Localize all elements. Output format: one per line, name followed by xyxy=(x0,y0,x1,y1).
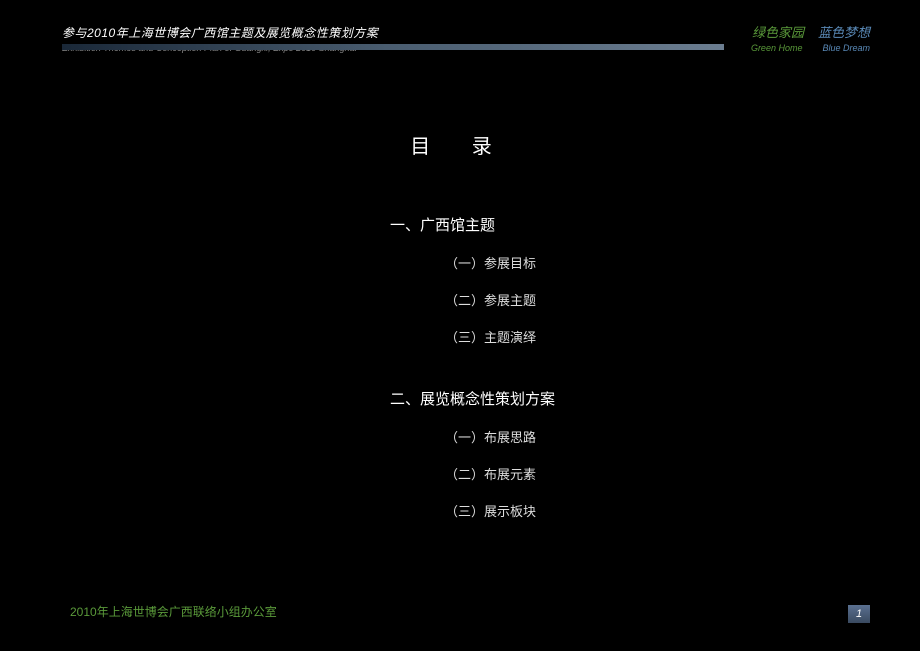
section-heading: 二、展览概念性策划方案 xyxy=(390,388,920,409)
toc-item: （二）参展主题 xyxy=(445,290,920,309)
toc-content: 目 录 一、广西馆主题 （一）参展目标 （二）参展主题 （三）主题演绎 二、展览… xyxy=(0,130,920,562)
toc-section-2: 二、展览概念性策划方案 （一）布展思路 （二）布展元素 （三）展示板块 xyxy=(390,388,920,520)
slogan-blue-en: Blue Dream xyxy=(822,43,870,53)
toc-item: （一）参展目标 xyxy=(445,253,920,272)
toc-item: （三）主题演绎 xyxy=(445,327,920,346)
toc-item: （三）展示板块 xyxy=(445,501,920,520)
header-slogan: 绿色家园 蓝色梦想 Green Home Blue Dream xyxy=(751,22,870,53)
toc-item: （一）布展思路 xyxy=(445,427,920,446)
section-heading: 一、广西馆主题 xyxy=(390,214,920,235)
footer: 2010年上海世博会广西联络小组办公室 1 xyxy=(70,603,870,621)
toc-section-1: 一、广西馆主题 （一）参展目标 （二）参展主题 （三）主题演绎 xyxy=(390,214,920,346)
slogan-blue-cn: 蓝色梦想 xyxy=(818,22,870,41)
header-divider-bar xyxy=(62,44,724,50)
slogan-green-cn: 绿色家园 xyxy=(752,22,804,41)
slogan-green-en: Green Home xyxy=(751,43,803,53)
toc-title: 目 录 xyxy=(0,130,920,159)
footer-org: 2010年上海世博会广西联络小组办公室 xyxy=(70,605,277,619)
header-title-cn: 参与2010年上海世博会广西馆主题及展览概念性策划方案 xyxy=(62,24,870,41)
page-number: 1 xyxy=(848,605,870,623)
toc-item: （二）布展元素 xyxy=(445,464,920,483)
